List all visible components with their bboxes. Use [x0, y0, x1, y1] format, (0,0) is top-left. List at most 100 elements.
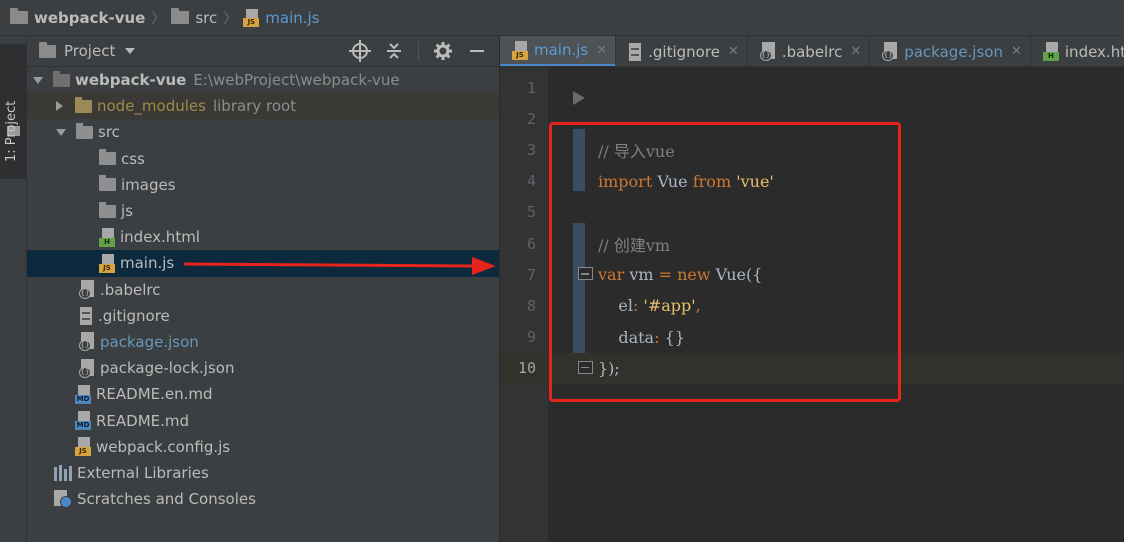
close-icon[interactable]: ✕	[1011, 44, 1022, 59]
code-line: 3 // 导入vue	[500, 134, 1124, 165]
tree-node-babelrc[interactable]: {} .babelrc	[27, 277, 499, 303]
folder-icon	[99, 175, 116, 192]
tree-node-package-lock-json[interactable]: {} package-lock.json	[27, 355, 499, 381]
tree-node-node-modules[interactable]: node_modules library root	[27, 93, 499, 120]
js-file-icon: JS	[75, 437, 91, 457]
toolbar-separator	[418, 42, 419, 60]
tab-main-js[interactable]: JS main.js ✕	[500, 36, 617, 66]
tree-node-readme[interactable]: MD README.md	[27, 407, 499, 433]
tree-node-package-json[interactable]: {} package.json	[27, 329, 499, 355]
locate-icon[interactable]	[349, 40, 371, 62]
tree-node-label: package-lock.json	[100, 359, 235, 378]
code-line: 2	[500, 103, 1124, 134]
code-line: 6 // 创建vm	[500, 228, 1124, 259]
tree-node-label: node_modules	[97, 97, 206, 116]
tab-index-html[interactable]: H index.htm	[1031, 36, 1124, 66]
tree-node-src[interactable]: src	[27, 119, 499, 145]
tree-node-label: Scratches and Consoles	[77, 490, 256, 509]
html-file-icon: H	[99, 227, 115, 247]
line-number: 9	[526, 328, 536, 347]
tab-label: main.js	[534, 41, 589, 59]
scratches-icon	[54, 490, 72, 509]
code-text: var vm = new Vue({	[598, 265, 763, 285]
breadcrumb-item-src[interactable]: src	[171, 8, 218, 27]
line-number: 7	[526, 265, 536, 284]
code-text: data: {}	[598, 327, 685, 347]
tab-gitignore[interactable]: .gitignore ✕	[616, 36, 748, 66]
project-panel-title: Project	[64, 42, 116, 60]
code-comment: // 创建vm	[598, 235, 671, 255]
tree-node-label: .babelrc	[100, 280, 161, 299]
code-line-current: 10 });	[500, 352, 1124, 384]
tab-label: index.htm	[1064, 42, 1124, 61]
tree-node-label: src	[98, 123, 120, 142]
tree-node-root[interactable]: webpack-vue E:\webProject\webpack-vue	[27, 67, 499, 93]
code-line: 4 import Vue from 'vue'	[500, 166, 1124, 197]
folder-icon	[53, 70, 70, 87]
json-file-icon: {}	[79, 358, 95, 378]
project-tree: webpack-vue E:\webProject\webpack-vue no…	[27, 67, 499, 512]
tool-window-tab-project[interactable]: 1: Project	[0, 44, 27, 179]
folder-icon	[171, 8, 190, 24]
chevron-right-icon[interactable]	[56, 101, 63, 112]
tree-node-images[interactable]: images	[27, 172, 499, 198]
code-line: 1	[500, 72, 1124, 103]
fold-toggle-icon[interactable]	[578, 360, 593, 374]
collapse-all-icon[interactable]	[384, 41, 404, 61]
breadcrumb-item-main-js[interactable]: JS main.js	[243, 8, 320, 27]
close-icon[interactable]: ✕	[596, 43, 607, 58]
config-file-icon: {}	[79, 280, 95, 300]
tree-node-label: README.md	[96, 411, 190, 430]
gear-icon[interactable]	[433, 41, 453, 61]
tab-label: .babelrc	[781, 42, 843, 61]
project-panel-header: Project	[27, 36, 499, 67]
close-icon[interactable]: ✕	[850, 44, 861, 59]
hide-panel-icon[interactable]	[467, 41, 487, 61]
line-number: 5	[526, 203, 536, 222]
fold-toggle-icon[interactable]	[578, 267, 593, 281]
tree-node-main-js[interactable]: JS main.js	[27, 250, 499, 277]
tab-babelrc[interactable]: {} .babelrc ✕	[748, 36, 871, 66]
code-lines: 1 2 3 // 导入vue 4 import Vue from 'vue' 5…	[500, 72, 1124, 384]
tree-node-label: .gitignore	[98, 306, 170, 325]
folder-icon	[10, 8, 28, 24]
folder-icon	[39, 41, 56, 58]
markdown-file-icon: MD	[75, 411, 91, 431]
folder-icon	[76, 122, 93, 139]
folder-icon	[99, 201, 116, 218]
tree-node-js[interactable]: js	[27, 198, 499, 224]
line-number: 3	[526, 140, 536, 159]
tree-node-label: main.js	[120, 254, 175, 273]
tree-node-css[interactable]: css	[27, 146, 499, 172]
breadcrumb-item-project[interactable]: webpack-vue	[10, 8, 145, 27]
breadcrumb-separator: 〉	[223, 10, 238, 27]
tree-node-hint: library root	[212, 97, 297, 116]
tree-node-webpack-config[interactable]: JS webpack.config.js	[27, 434, 499, 460]
project-panel-tools	[349, 40, 499, 62]
code-text: import Vue from 'vue'	[598, 171, 774, 191]
breadcrumb: webpack-vue 〉 src 〉 JS main.js	[0, 0, 1124, 36]
code-comment: // 导入vue	[598, 141, 675, 161]
tree-node-label: webpack.config.js	[96, 437, 231, 456]
code-editor[interactable]: 1 2 3 // 导入vue 4 import Vue from 'vue' 5…	[500, 67, 1124, 542]
markdown-file-icon: MD	[75, 384, 91, 404]
text-file-icon	[628, 42, 642, 61]
tree-node-label: package.json	[100, 332, 199, 351]
chevron-down-icon[interactable]	[56, 128, 66, 136]
tree-node-readme-en[interactable]: MD README.en.md	[27, 381, 499, 407]
folder-icon	[99, 149, 116, 166]
code-line: 7 var vm = new Vue({	[500, 259, 1124, 290]
tree-node-scratches[interactable]: Scratches and Consoles	[27, 486, 499, 512]
project-view-selector[interactable]: Project	[39, 41, 136, 60]
code-line: 8 el: '#app',	[500, 290, 1124, 321]
tree-node-index-html[interactable]: H index.html	[27, 224, 499, 250]
text-file-icon	[79, 306, 93, 325]
tab-package-json[interactable]: {} package.json ✕	[870, 36, 1031, 66]
tree-node-external-libraries[interactable]: External Libraries	[27, 460, 499, 486]
breadcrumb-label: src	[195, 8, 218, 27]
chevron-down-icon[interactable]	[33, 76, 43, 84]
tree-node-gitignore[interactable]: .gitignore	[27, 303, 499, 329]
close-icon[interactable]: ✕	[728, 44, 739, 59]
js-file-icon: JS	[512, 40, 528, 60]
tree-node-label: js	[121, 202, 133, 221]
